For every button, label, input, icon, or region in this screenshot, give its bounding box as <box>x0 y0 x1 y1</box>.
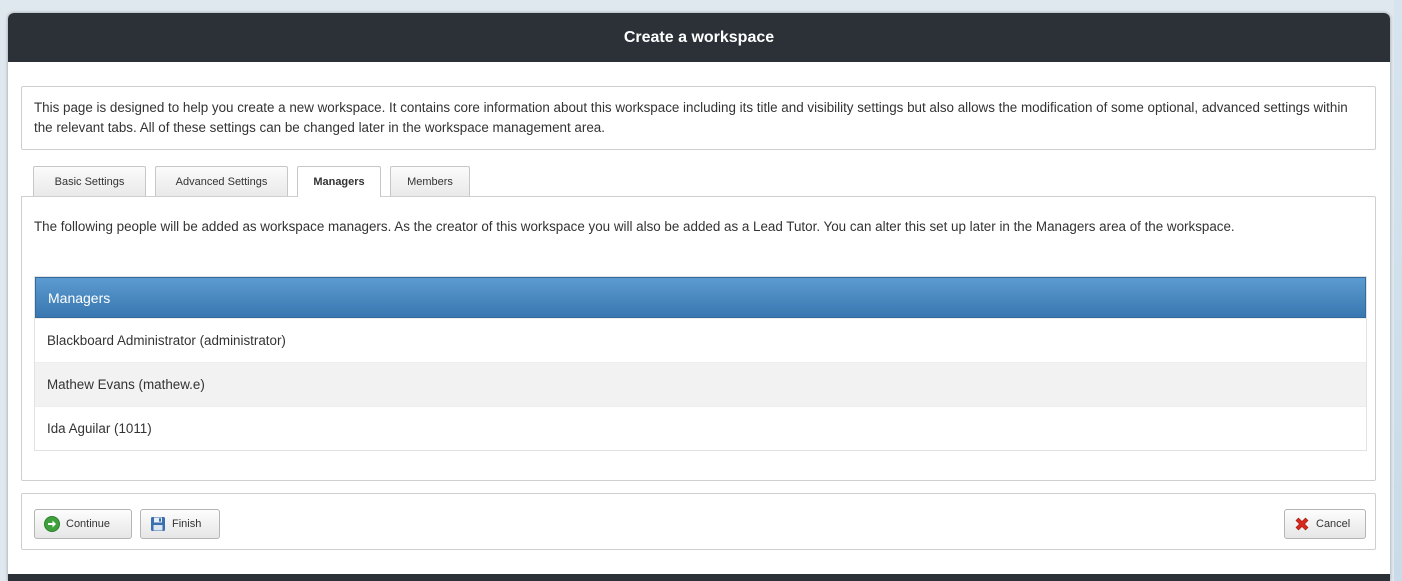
floppy-disk-icon <box>151 517 165 531</box>
finish-label: Finish <box>172 518 202 530</box>
red-x-icon <box>1295 517 1309 531</box>
table-row: Mathew Evans (mathew.e) <box>35 362 1366 406</box>
dialog-title: Create a workspace <box>8 13 1390 62</box>
cancel-label: Cancel <box>1316 518 1351 530</box>
table-row: Ida Aguilar (1011) <box>35 406 1366 450</box>
tab-advanced-settings[interactable]: Advanced Settings <box>155 166 288 196</box>
tab-members[interactable]: Members <box>390 166 470 196</box>
tab-basic-settings[interactable]: Basic Settings <box>33 166 146 196</box>
managers-description: The following people will be added as wo… <box>34 219 1235 234</box>
managers-table: Managers Blackboard Administrator (admin… <box>34 276 1367 451</box>
tab-managers[interactable]: Managers <box>297 166 381 197</box>
arrow-right-circle-icon <box>44 516 60 532</box>
action-bar: Continue Finish Cancel <box>21 493 1376 550</box>
managers-tab-panel: The following people will be added as wo… <box>21 196 1376 481</box>
continue-button[interactable]: Continue <box>34 509 132 539</box>
dialog-footer-bar <box>8 574 1390 581</box>
cancel-button[interactable]: Cancel <box>1284 509 1366 539</box>
intro-text: This page is designed to help you create… <box>21 86 1376 150</box>
continue-label: Continue <box>66 518 111 530</box>
create-workspace-dialog: Create a workspace This page is designed… <box>8 13 1390 581</box>
table-row: Blackboard Administrator (administrator) <box>35 318 1366 362</box>
desktop-background <box>1394 0 1402 581</box>
finish-button[interactable]: Finish <box>140 509 220 539</box>
managers-table-header: Managers <box>35 277 1366 318</box>
